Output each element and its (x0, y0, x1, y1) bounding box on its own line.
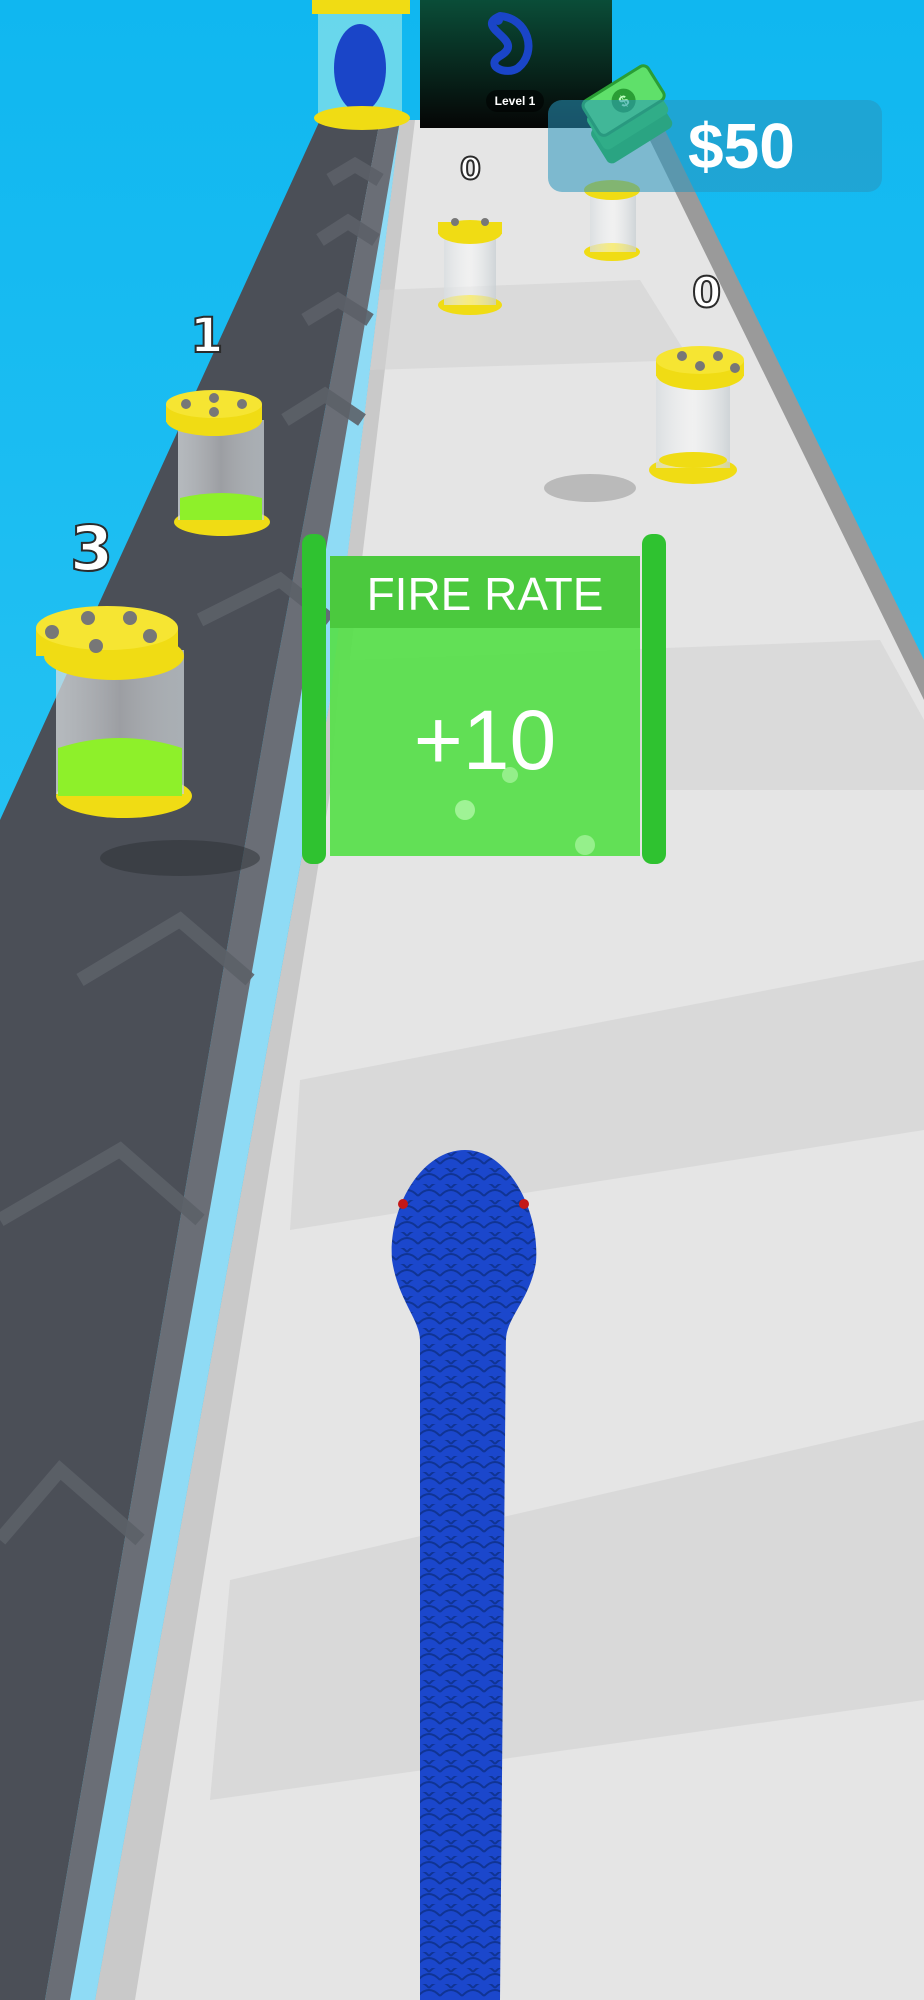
capsule-counter-left-3: 3 (69, 511, 114, 586)
money-amount: $50 (688, 110, 795, 182)
gate-value: +10 (413, 693, 557, 787)
level-label: Level 1 (486, 90, 544, 112)
road-shadow (370, 280, 690, 370)
gate-title: FIRE RATE (366, 568, 604, 620)
money-panel: $50 (548, 100, 882, 192)
capsule-far-right (584, 180, 640, 261)
capsule-counter-right: 0 (691, 267, 722, 318)
egg-capsule (312, 0, 410, 130)
capsule-counter-center: 0 (459, 151, 482, 188)
capsule-left-1 (166, 390, 270, 536)
capsule-center (438, 218, 502, 315)
capsule-counter-left-1: 1 (189, 307, 224, 365)
game-scene: $ (0, 0, 924, 2000)
